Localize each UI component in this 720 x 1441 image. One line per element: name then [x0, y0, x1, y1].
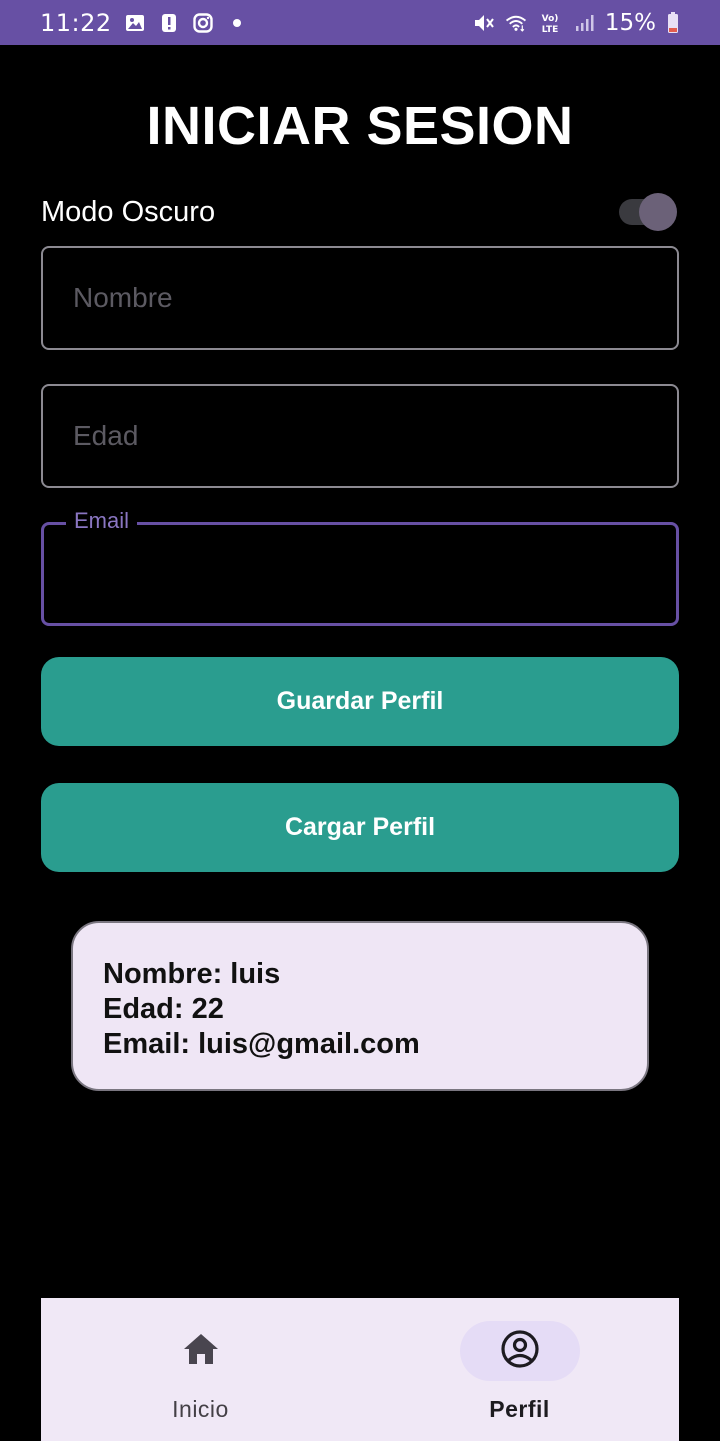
wifi-icon: [505, 12, 527, 34]
age-field[interactable]: [41, 384, 679, 488]
status-bar: 11:22 Vo) LTE 15%: [0, 0, 720, 45]
status-time: 11:22: [40, 8, 112, 37]
nav-item-inicio[interactable]: Inicio: [41, 1298, 360, 1441]
battery-icon: [666, 11, 680, 34]
alert-icon: [158, 12, 180, 34]
battery-percent: 15%: [604, 9, 656, 36]
nav-label-perfil: Perfil: [489, 1396, 550, 1422]
name-field[interactable]: [41, 246, 679, 350]
profile-name: Nombre: luis: [103, 958, 281, 990]
age-input[interactable]: [43, 386, 677, 486]
instagram-icon: [192, 12, 214, 34]
status-right: Vo) LTE 15%: [473, 10, 680, 36]
page-title: INICIAR SESION: [146, 96, 574, 156]
load-profile-button[interactable]: Cargar Perfil: [41, 783, 679, 872]
dark-mode-row: Modo Oscuro: [41, 190, 679, 234]
nav-icon-container-active: [460, 1321, 580, 1381]
dark-mode-label: Modo Oscuro: [41, 195, 216, 228]
volte-icon: Vo) LTE: [537, 12, 563, 35]
gallery-icon: [124, 12, 146, 34]
mute-icon: [473, 12, 495, 34]
nav-label-inicio: Inicio: [172, 1396, 229, 1422]
switch-thumb: [639, 193, 677, 231]
email-input[interactable]: [44, 525, 676, 623]
dot-icon: [226, 12, 248, 34]
profile-email: Email: luis@gmail.com: [103, 1028, 420, 1060]
email-field[interactable]: Email: [41, 508, 679, 626]
nav-icon-container: [141, 1321, 261, 1381]
bottom-navigation: Inicio Perfil: [41, 1298, 679, 1441]
profile-age: Edad: 22: [103, 993, 224, 1025]
status-left: 11:22: [40, 9, 473, 37]
svg-text:Vo): Vo): [541, 14, 558, 24]
dark-mode-switch[interactable]: [617, 192, 679, 232]
name-input[interactable]: [43, 248, 677, 348]
home-icon: [182, 1332, 220, 1371]
save-profile-button[interactable]: Guardar Perfil: [41, 657, 679, 746]
signal-icon: [573, 12, 595, 34]
svg-text:LTE: LTE: [542, 25, 559, 35]
nav-item-perfil[interactable]: Perfil: [360, 1298, 679, 1441]
account-circle-icon: [500, 1329, 540, 1374]
profile-card: Nombre: luis Edad: 22 Email: luis@gmail.…: [71, 921, 649, 1091]
